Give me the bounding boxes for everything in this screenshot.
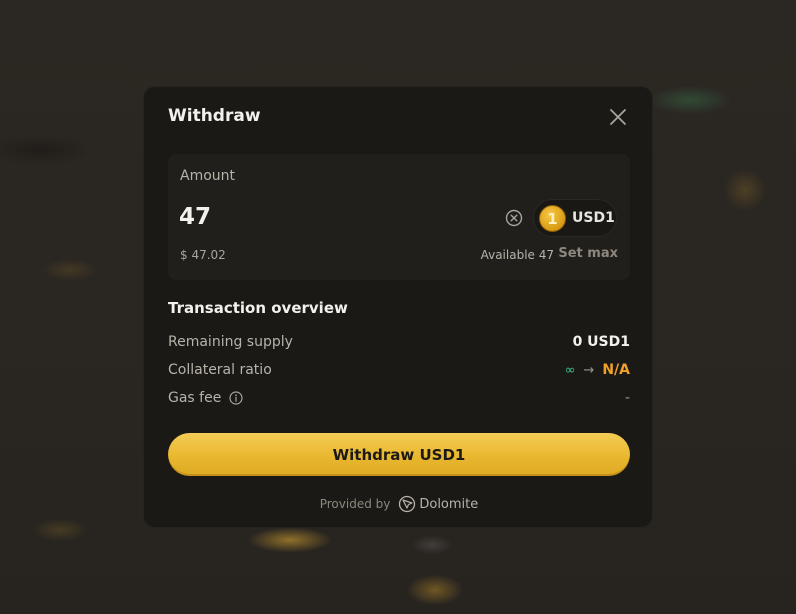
withdraw-button[interactable]: Withdraw USD1	[168, 433, 630, 476]
overview-title: Transaction overview	[168, 299, 348, 317]
new-ratio-value: N/A	[602, 362, 630, 378]
collateral-ratio-value: ∞ → N/A	[565, 362, 630, 378]
provided-by-label: Provided by	[319, 497, 391, 511]
arrow-right-icon: →	[583, 362, 595, 378]
amount-panel: Amount 1 USD1 $ 47.02 Available 47 Set m…	[168, 154, 630, 280]
clear-input-icon[interactable]	[505, 209, 523, 227]
dolomite-logo-icon	[399, 495, 416, 513]
remaining-supply-label: Remaining supply	[168, 334, 293, 350]
usd-value: $ 47.02	[180, 248, 226, 262]
usd1-token-icon: 1	[539, 205, 566, 232]
collateral-ratio-row: Collateral ratio ∞ → N/A	[168, 362, 630, 382]
close-icon[interactable]	[608, 107, 628, 127]
provider-name: Dolomite	[419, 496, 479, 512]
gas-fee-row: Gas fee -	[168, 390, 630, 410]
amount-input[interactable]	[179, 200, 479, 234]
gas-fee-value: -	[624, 390, 630, 406]
set-max-button[interactable]: Set max	[558, 246, 618, 261]
available-balance: Available 47	[480, 248, 554, 262]
gas-fee-label-group: Gas fee	[168, 390, 243, 406]
remaining-supply-value: 0 USD1	[572, 334, 630, 350]
provided-by-footer: Provided by Dolomite	[144, 495, 654, 513]
token-selector[interactable]: 1 USD1	[533, 199, 617, 237]
token-symbol: USD1	[572, 210, 615, 226]
withdraw-modal: Withdraw Amount 1 USD1 $ 47.02 Available…	[143, 86, 653, 528]
modal-title: Withdraw	[168, 106, 261, 126]
info-icon[interactable]	[229, 391, 243, 405]
amount-label: Amount	[180, 168, 236, 184]
remaining-supply-row: Remaining supply 0 USD1	[168, 334, 630, 354]
dolomite-link[interactable]: Dolomite	[398, 495, 478, 513]
collateral-ratio-label: Collateral ratio	[168, 362, 272, 378]
gas-fee-label: Gas fee	[168, 390, 222, 406]
infinity-value: ∞	[564, 362, 576, 378]
